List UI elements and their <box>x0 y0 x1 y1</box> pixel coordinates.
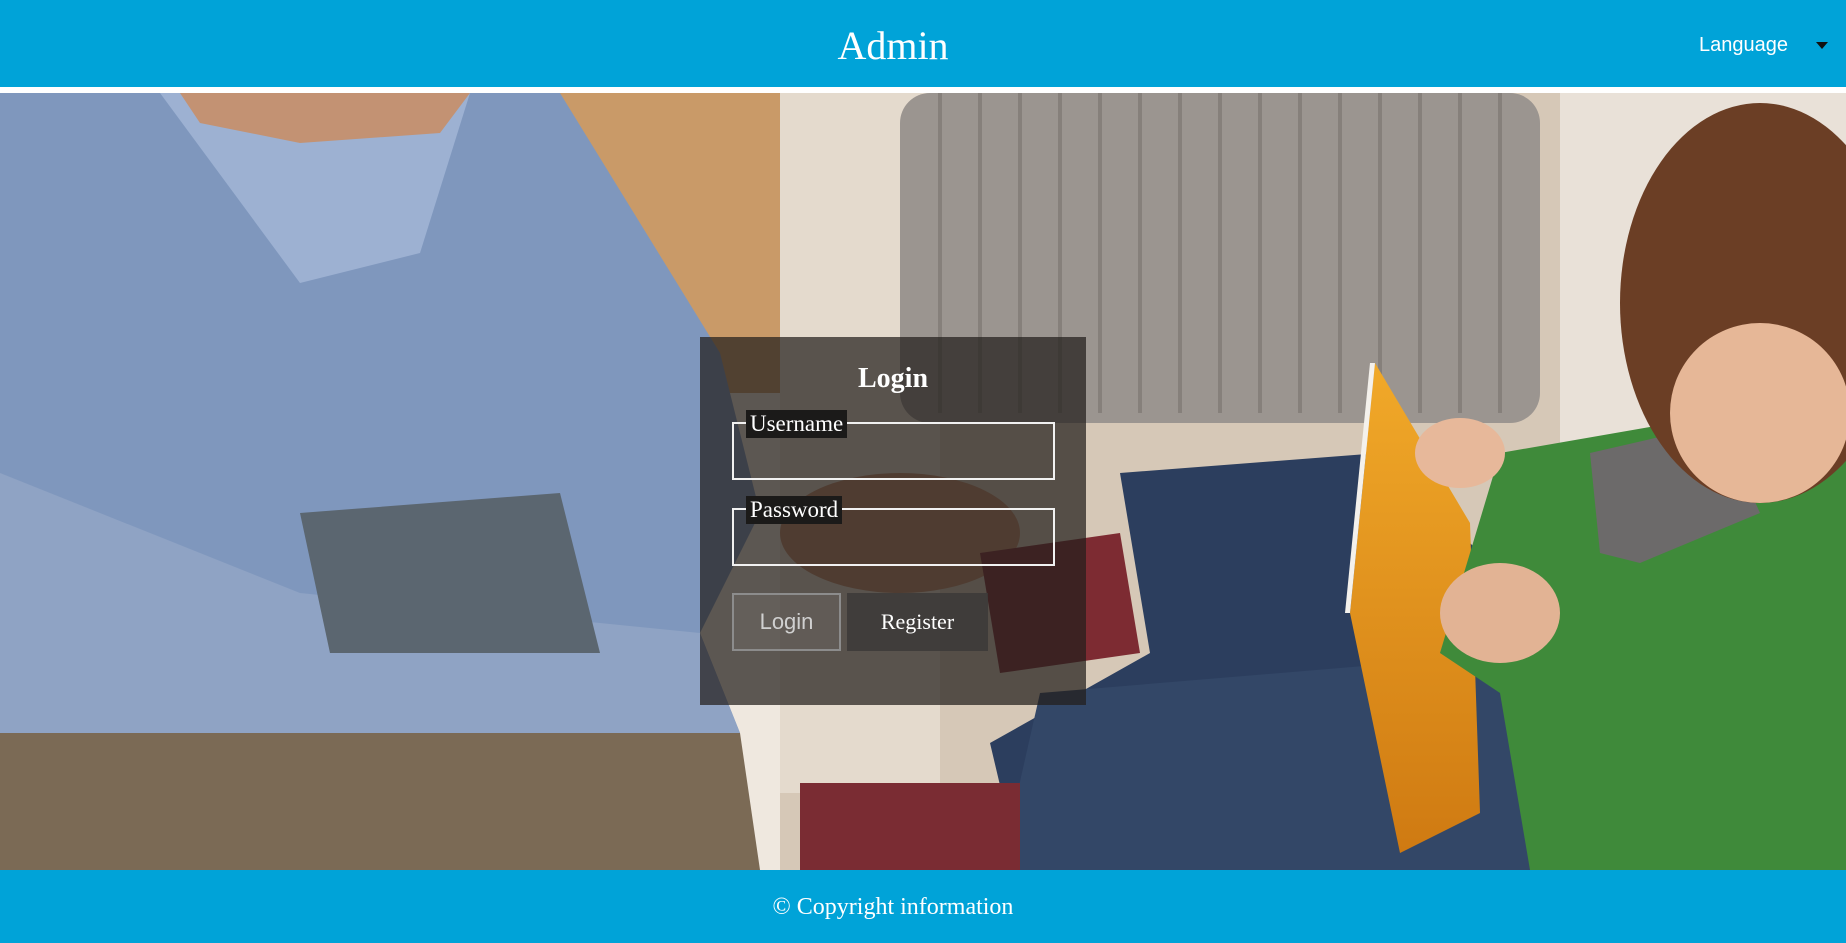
password-field[interactable]: Password <box>732 496 1055 566</box>
caret-down-icon <box>1816 42 1828 49</box>
password-label: Password <box>746 496 843 524</box>
app-title: Admin <box>837 23 949 68</box>
login-button[interactable]: Login <box>732 593 841 651</box>
top-header: Admin Language <box>0 0 1846 90</box>
username-field[interactable]: Username <box>732 410 1055 480</box>
language-dropdown[interactable]: Language <box>1699 34 1828 57</box>
footer: © Copyright information <box>0 870 1846 943</box>
register-button[interactable]: Register <box>847 593 988 651</box>
username-label: Username <box>746 410 848 438</box>
copyright-text: © Copyright information <box>772 894 1014 920</box>
login-heading: Login <box>857 363 929 394</box>
login-panel: Login Username Password Login Register <box>700 337 1086 705</box>
language-label: Language <box>1699 34 1788 56</box>
